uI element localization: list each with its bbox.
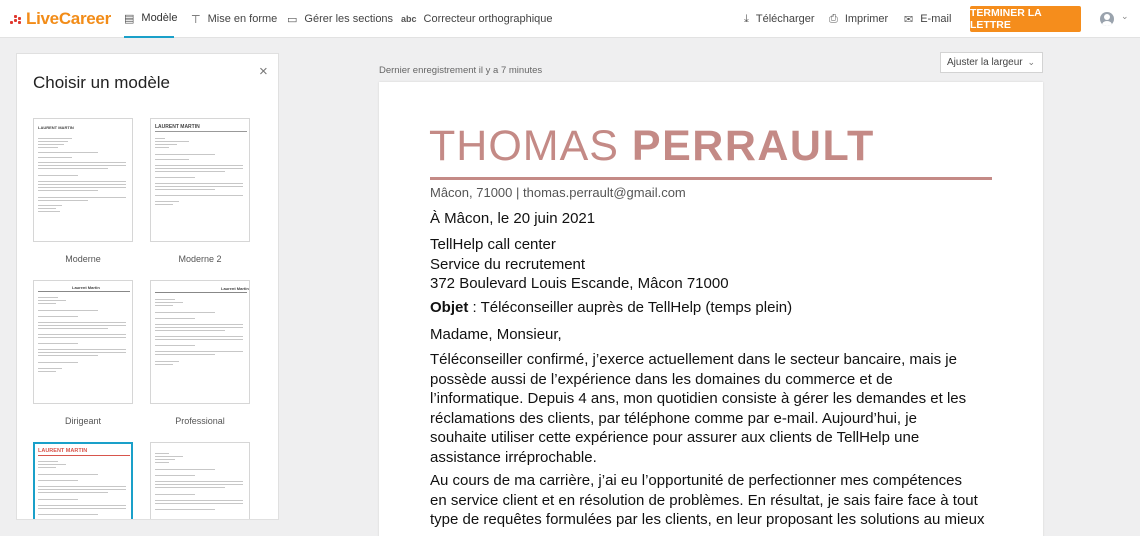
template-panel: Choisir un modèle × LAURENT MARTIN Moder… — [16, 53, 279, 520]
save-status: Dernier enregistrement il y a 7 minutes — [379, 65, 543, 76]
template-thumb-name: Laurent Martin — [72, 285, 100, 290]
template-label: Professional — [175, 416, 225, 426]
date-line: À Mâcon, le 20 juin 2021 — [430, 210, 596, 227]
template-thumb-name: Laurent Martin — [221, 286, 249, 291]
logo-mark-icon — [10, 13, 24, 25]
salutation: Madame, Monsieur, — [430, 326, 562, 343]
paragraph-line: type de requêtes formulées par les clien… — [430, 511, 985, 528]
tab-template-label: Modèle — [141, 12, 178, 24]
template-thumb-moderne[interactable]: LAURENT MARTIN — [33, 118, 133, 242]
panel-title: Choisir un modèle — [33, 73, 171, 92]
finish-letter-button[interactable]: TERMINER LA LETTRE — [970, 6, 1081, 32]
download-button[interactable]: ⤓ Télécharger — [744, 0, 815, 38]
letter-name: THOMAS PERRAULT — [429, 125, 875, 168]
template-label: Moderne — [65, 254, 101, 264]
paragraph-line: Téléconseiller confirmé, j’exerce actuel… — [430, 351, 957, 368]
template-thumb-6[interactable] — [150, 442, 250, 519]
name-divider — [430, 177, 992, 180]
subject-line: Objet : Téléconseiller auprès de TellHel… — [430, 298, 1000, 318]
paragraph-line: réclamations des clients, par téléphone … — [430, 409, 917, 427]
paragraph-line: en service client et en résolution de pr… — [430, 491, 978, 509]
email-label: E-mail — [920, 13, 952, 25]
paragraph-1: Téléconseiller confirmé, j’exerce actuel… — [430, 350, 1000, 467]
avatar[interactable] — [1100, 12, 1114, 26]
paragraph-line: Au cours de ma carrière, j’ai eu l’oppor… — [430, 472, 962, 489]
document-icon: ▤ — [124, 12, 135, 25]
format-icon: ⊤ — [191, 13, 201, 26]
template-thumb-name: LAURENT MARTIN — [38, 448, 88, 454]
paragraph-line: assistance irréprochable. — [430, 448, 597, 466]
sections-icon: ▭ — [287, 13, 298, 26]
tab-sections[interactable]: ▭ Gérer les sections — [287, 0, 393, 38]
zoom-select-label: Ajuster la largeur — [947, 57, 1023, 68]
last-name: PERRAULT — [631, 122, 875, 170]
livecareer-logo[interactable]: LiveCareer — [10, 9, 111, 29]
recipient-line: TellHelp call center — [430, 236, 556, 253]
chevron-down-icon[interactable]: ⌄ — [1121, 11, 1129, 22]
paragraph-2: Au cours de ma carrière, j’ai eu l’oppor… — [430, 471, 1000, 530]
template-label: Moderne 2 — [178, 254, 222, 264]
template-thumb-name: LAURENT MARTIN — [38, 125, 74, 130]
paragraph-line: l’informatique. Depuis 4 ans, mon quotid… — [430, 390, 967, 407]
tab-template[interactable]: ▤ Modèle — [124, 0, 178, 38]
recipient-line: 372 Boulevard Louis Escande, Mâcon 71000 — [430, 275, 729, 292]
download-label: Télécharger — [755, 13, 815, 25]
email-button[interactable]: ✉ E-mail — [904, 0, 951, 38]
print-button[interactable]: ⎙ Imprimer — [829, 0, 888, 38]
print-icon: ⎙ — [829, 12, 838, 25]
letter-page[interactable]: THOMAS PERRAULT Mâcon, 71000 | thomas.pe… — [379, 82, 1043, 536]
contact-line: Mâcon, 71000 | thomas.perrault@gmail.com — [430, 185, 686, 200]
print-label: Imprimer — [844, 13, 889, 25]
zoom-select[interactable]: Ajuster la largeur ⌄ — [940, 52, 1043, 73]
template-label: Dirigeant — [64, 416, 102, 426]
spellcheck-icon: abc — [401, 14, 417, 24]
subject-label: Objet — [430, 299, 469, 316]
template-thumb-name: LAURENT MARTIN — [155, 124, 200, 130]
template-thumb-dirigeant[interactable]: Laurent Martin — [33, 280, 133, 404]
logo-text: LiveCareer — [26, 9, 111, 28]
close-icon[interactable]: × — [259, 63, 268, 80]
recipient-block: TellHelp call center Service du recrutem… — [430, 235, 1000, 294]
template-thumb-moderne-2[interactable]: LAURENT MARTIN — [150, 118, 250, 242]
subject-text: : Téléconseiller auprès de TellHelp (tem… — [468, 299, 793, 316]
top-bar: LiveCareer ▤ Modèle ⊤ Mise en forme ▭ Gé… — [0, 0, 1140, 38]
tab-spellcheck-label: Correcteur orthographique — [423, 13, 553, 25]
download-icon: ⤓ — [744, 12, 749, 25]
chevron-down-icon: ⌄ — [1027, 57, 1035, 67]
template-thumb-professional[interactable]: Laurent Martin — [150, 280, 250, 404]
tab-sections-label: Gérer les sections — [304, 13, 394, 25]
paragraph-line: possède aussi de l’expérience dans les d… — [430, 370, 893, 388]
email-icon: ✉ — [904, 13, 914, 26]
recipient-line: Service du recrutement — [430, 255, 586, 273]
template-thumb-selected[interactable]: LAURENT MARTIN — [33, 442, 133, 519]
tab-format-label: Mise en forme — [207, 13, 278, 25]
paragraph-line: souhaite utiliser cette expérience pour … — [430, 429, 920, 446]
tab-format[interactable]: ⊤ Mise en forme — [191, 0, 277, 38]
tab-spellcheck[interactable]: abc Correcteur orthographique — [401, 0, 553, 38]
first-name: THOMAS — [429, 122, 619, 170]
